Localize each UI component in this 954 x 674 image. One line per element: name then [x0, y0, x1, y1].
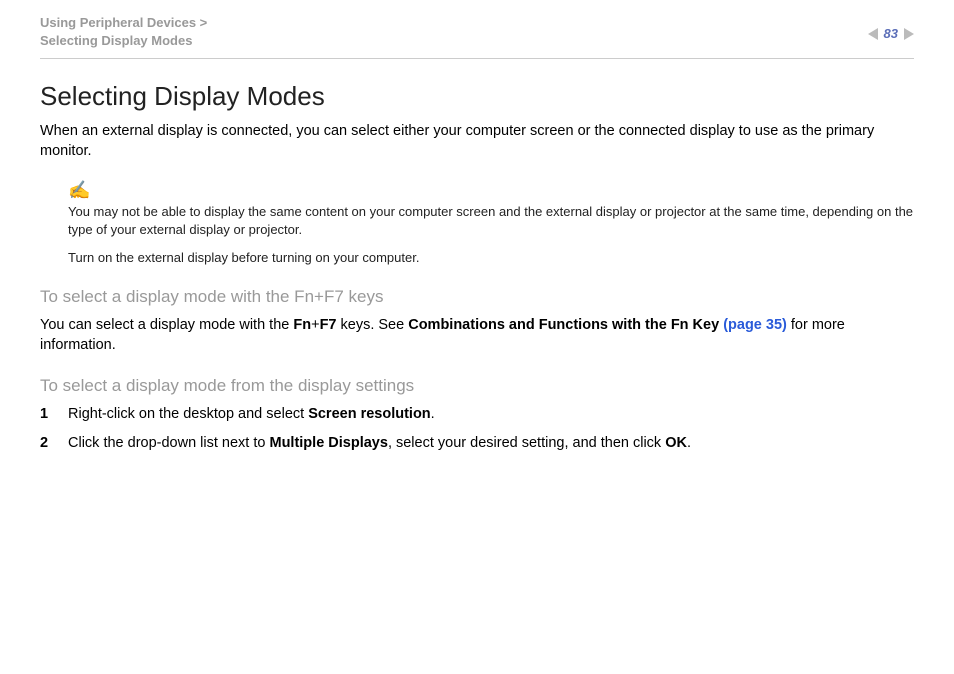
step-1: Right-click on the desktop and select Sc… — [40, 404, 914, 425]
breadcrumb-current: Selecting Display Modes — [40, 32, 207, 50]
next-page-icon[interactable] — [904, 28, 914, 40]
breadcrumb: Using Peripheral Devices > Selecting Dis… — [40, 14, 207, 50]
note-block: ✍ You may not be able to display the sam… — [68, 180, 914, 268]
note-text-2: Turn on the external display before turn… — [68, 249, 914, 267]
section1-heading: To select a display mode with the Fn+F7 … — [40, 287, 914, 307]
header-divider — [40, 58, 914, 59]
pager: 83 — [868, 26, 914, 41]
steps-list: Right-click on the desktop and select Sc… — [40, 404, 914, 454]
intro-text: When an external display is connected, y… — [40, 122, 914, 161]
section1-text: You can select a display mode with the F… — [40, 315, 914, 356]
page-35-link[interactable]: (page 35) — [719, 317, 787, 333]
page-title: Selecting Display Modes — [40, 81, 914, 112]
step-2: Click the drop-down list next to Multipl… — [40, 433, 914, 454]
note-icon: ✍ — [68, 180, 914, 201]
section2-heading: To select a display mode from the displa… — [40, 376, 914, 396]
prev-page-icon[interactable] — [868, 28, 878, 40]
page-number: 83 — [882, 26, 900, 41]
breadcrumb-parent: Using Peripheral Devices > — [40, 14, 207, 32]
note-text-1: You may not be able to display the same … — [68, 203, 914, 239]
